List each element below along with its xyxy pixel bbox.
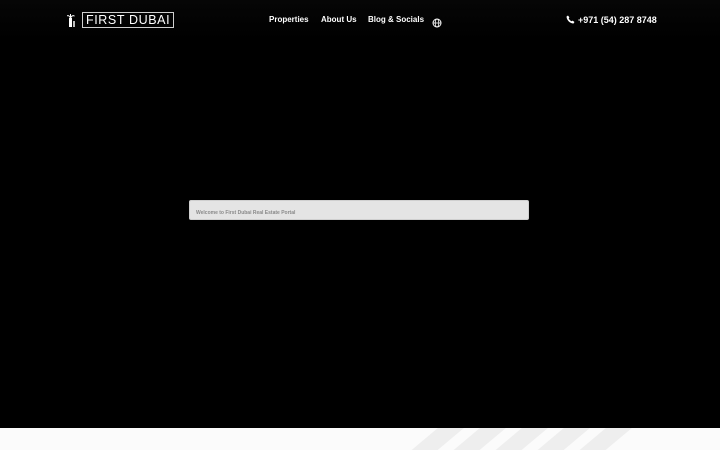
nav-properties[interactable]: Properties bbox=[269, 13, 309, 27]
nav-blog-socials[interactable]: Blog & Socials bbox=[368, 13, 424, 27]
globe-icon[interactable] bbox=[432, 15, 442, 28]
header-bar: FIRST DUBAI Properties About Us Blog & S… bbox=[0, 0, 720, 40]
phone-icon bbox=[566, 11, 575, 29]
phone-number: +971 (54) 287 8748 bbox=[578, 15, 657, 25]
phone-link[interactable]: +971 (54) 287 8748 bbox=[566, 13, 657, 27]
next-section-edge bbox=[0, 428, 720, 450]
search-input[interactable] bbox=[190, 204, 528, 222]
page: FIRST DUBAI Properties About Us Blog & S… bbox=[0, 0, 720, 450]
nav-about-us[interactable]: About Us bbox=[321, 13, 357, 27]
search-box[interactable] bbox=[189, 200, 529, 222]
